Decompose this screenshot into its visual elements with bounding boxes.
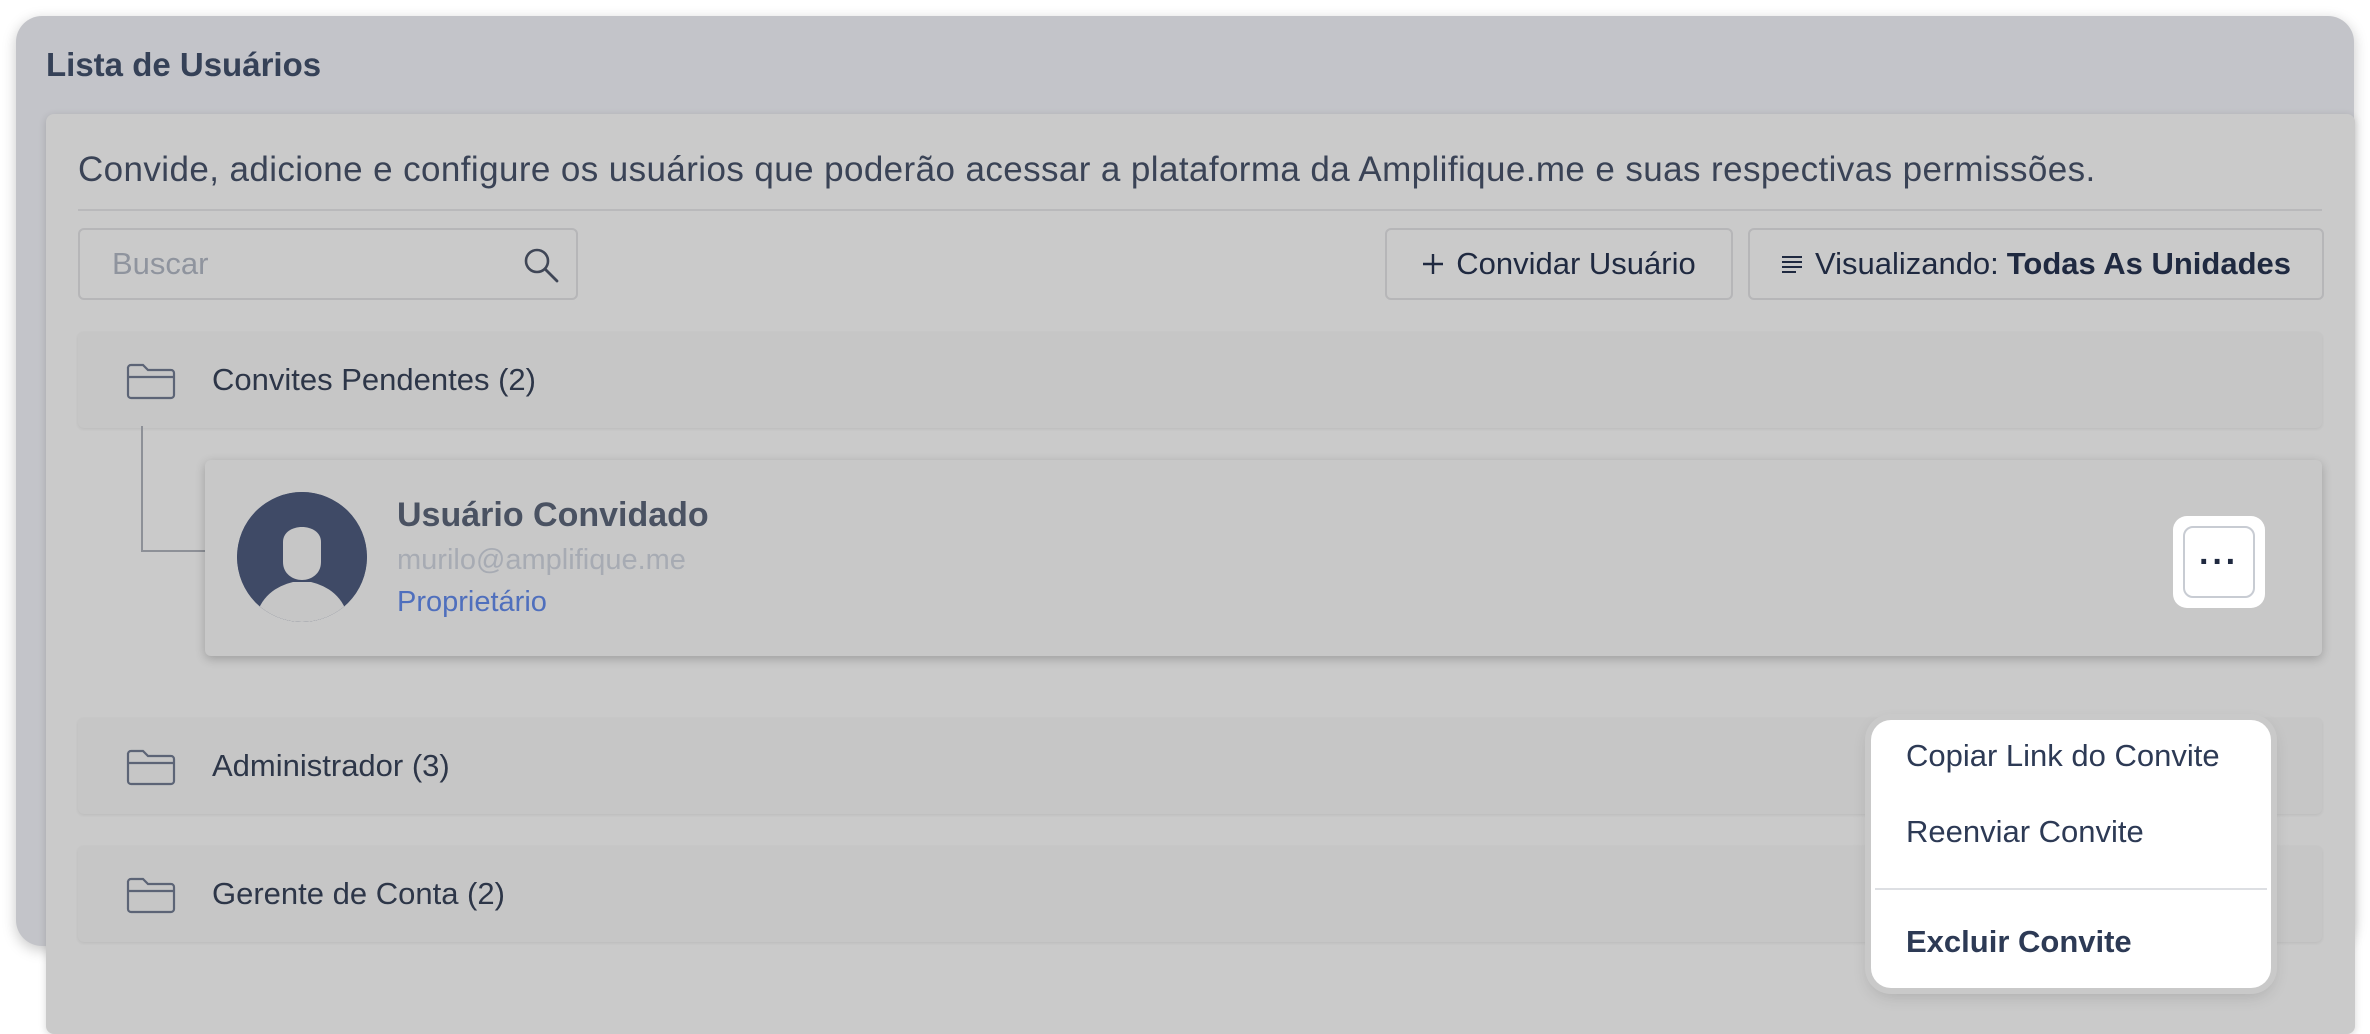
search-box	[78, 228, 578, 300]
folder-icon	[124, 745, 178, 787]
search-input[interactable]	[80, 230, 500, 298]
view-units-prefix: Visualizando:	[1814, 246, 1999, 281]
plus-icon	[1422, 253, 1444, 275]
group-label: Convites Pendentes (2)	[212, 362, 536, 397]
pending-user-card: Usuário Convidado murilo@amplifique.me P…	[205, 460, 2322, 656]
user-role: Proprietário	[397, 586, 547, 618]
view-units-button[interactable]: Visualizando: Todas As Unidades	[1748, 228, 2324, 300]
divider	[78, 209, 2322, 211]
view-units-value: Todas As Unidades	[2006, 246, 2292, 281]
user-list-panel: Lista de Usuários Convide, adicione e co…	[16, 16, 2355, 1034]
invite-user-label: Convidar Usuário	[1456, 246, 1696, 281]
folder-icon	[124, 873, 178, 915]
group-label: Gerente de Conta (2)	[212, 876, 505, 911]
list-icon	[1781, 254, 1803, 274]
user-name: Usuário Convidado	[397, 496, 709, 534]
group-label: Administrador (3)	[212, 748, 450, 783]
tree-connector	[141, 426, 207, 552]
search-icon[interactable]	[522, 246, 560, 284]
page-description: Convide, adicione e configure os usuário…	[78, 150, 2096, 189]
user-list-content: Convide, adicione e configure os usuário…	[46, 114, 2355, 1034]
invite-user-button[interactable]: Convidar Usuário	[1385, 228, 1733, 300]
user-email: murilo@amplifique.me	[397, 544, 686, 576]
page-title: Lista de Usuários	[46, 46, 322, 83]
menu-item-copy-link[interactable]: Copiar Link do Convite	[1906, 738, 2220, 774]
menu-item-resend-invite[interactable]: Reenviar Convite	[1906, 814, 2144, 850]
more-options-button[interactable]: ···	[2183, 526, 2255, 598]
more-options-wrapper: ···	[2173, 516, 2265, 608]
menu-divider	[1875, 888, 2267, 890]
folder-icon	[124, 359, 178, 401]
menu-item-delete-invite[interactable]: Excluir Convite	[1906, 924, 2132, 960]
group-pending-invites[interactable]: Convites Pendentes (2)	[78, 332, 2322, 428]
user-avatar-icon	[237, 492, 367, 622]
invite-options-menu: Copiar Link do Convite Reenviar Convite …	[1871, 720, 2271, 988]
